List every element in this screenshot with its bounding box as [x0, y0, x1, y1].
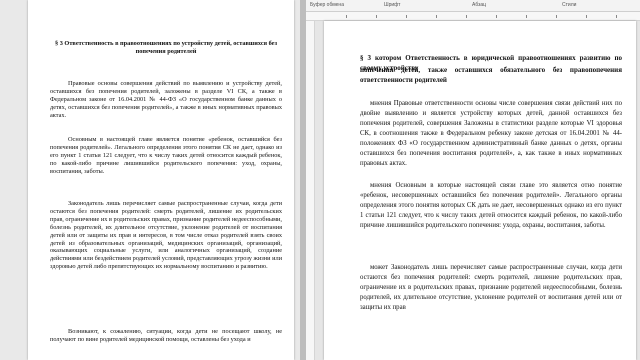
- ruler-tick: [616, 15, 617, 18]
- right-heading-line-2: попечения детей, также оставшихся обязат…: [360, 66, 622, 84]
- left-paragraph-4: Возникают, к сожалению, ситуации, когда …: [50, 328, 282, 343]
- ribbon-group-labels: Буфер обмена Шрифт Абзац Стили: [306, 0, 640, 12]
- right-paragraph-1: мнения Правовые ответственности основы ч…: [360, 100, 622, 167]
- ruler-tick: [346, 15, 347, 18]
- right-paragraph-2: мнения Основным в которые настоящей связ…: [360, 182, 622, 229]
- vertical-ruler[interactable]: [306, 21, 315, 360]
- ruler-tick: [466, 15, 467, 18]
- horizontal-ruler[interactable]: [306, 12, 640, 21]
- left-paragraph-1: Правовые основы совершения действий по в…: [50, 80, 282, 119]
- ribbon-font-label: Шрифт: [384, 2, 401, 8]
- left-document-window: § 3 Ответственность в правоотношениях по…: [0, 0, 300, 360]
- ruler-tick: [406, 15, 407, 18]
- ruler-tick: [586, 15, 587, 18]
- ruler-tick: [526, 15, 527, 18]
- ruler-tick: [376, 15, 377, 18]
- left-heading: § 3 Ответственность в правоотношениях по…: [54, 40, 277, 55]
- left-paragraph-2: Основным в настоящей главе является поня…: [50, 136, 282, 175]
- ribbon-styles-label: Стили: [562, 2, 577, 8]
- ruler-tick: [496, 15, 497, 18]
- left-document-page[interactable]: § 3 Ответственность в правоотношениях по…: [28, 0, 294, 360]
- right-document-page[interactable]: § 3 котором Ответственность в юридическо…: [324, 21, 636, 360]
- right-paragraph-3: может Законодатель лишь перечисляет самы…: [360, 264, 622, 311]
- right-document-window: Буфер обмена Шрифт Абзац Стили § 3 котор…: [306, 0, 640, 360]
- ruler-tick: [436, 15, 437, 18]
- ruler-tick: [556, 15, 557, 18]
- ribbon-paragraph-label: Абзац: [472, 2, 487, 8]
- left-paragraph-3: Законодатель лишь перечисляет самые расп…: [50, 200, 282, 271]
- ribbon-clipboard-label: Буфер обмена: [310, 2, 344, 8]
